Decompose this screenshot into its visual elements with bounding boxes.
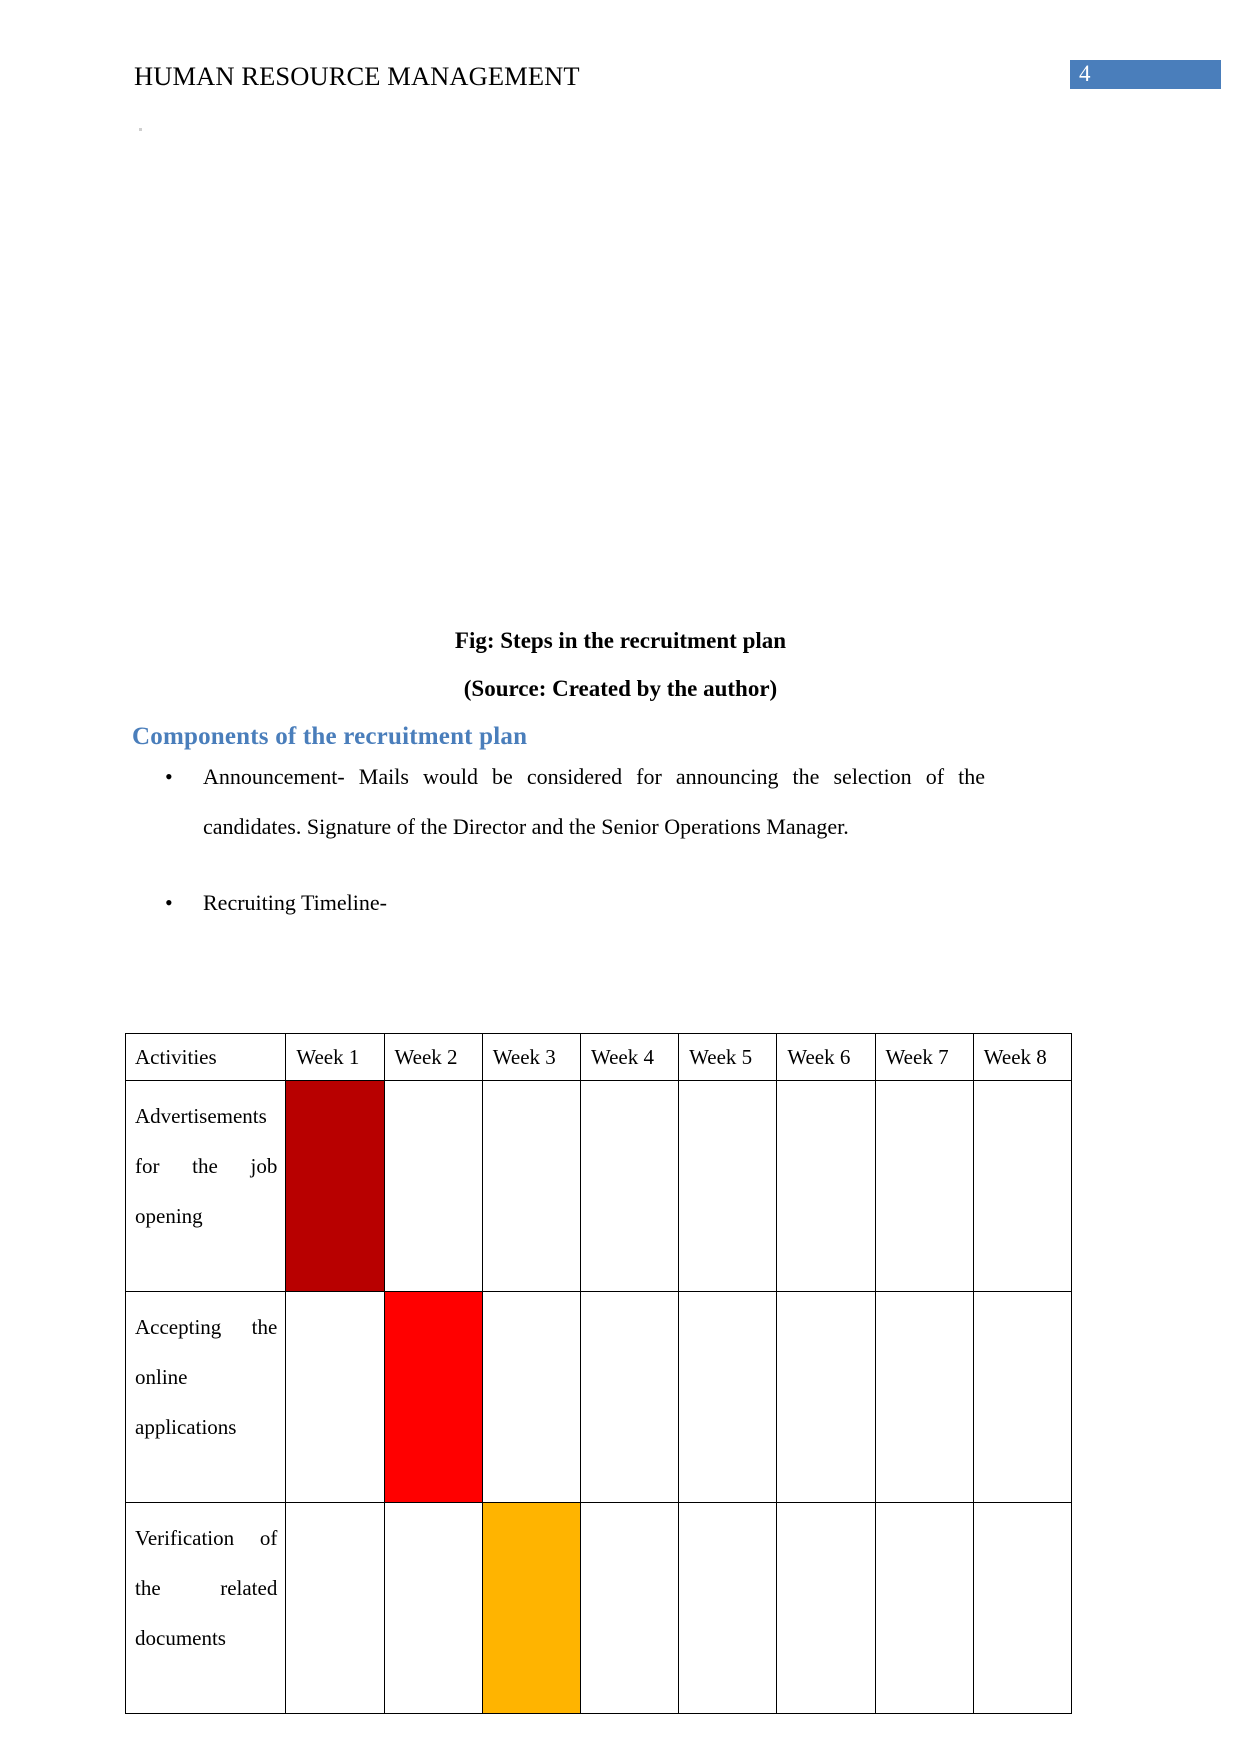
timeline-cell-filled-row3-week3 xyxy=(481,1502,581,1714)
column-header-week-7: Week 7 xyxy=(874,1033,974,1081)
column-header-week-6: Week 6 xyxy=(776,1033,876,1081)
column-header-activities-label: Activities xyxy=(135,1045,217,1069)
timeline-cell-row3-week7 xyxy=(874,1502,974,1714)
activity-label-cell: Accepting the online applications xyxy=(124,1291,287,1503)
timeline-cell-row2-week1 xyxy=(285,1291,385,1503)
list-item-text: Recruiting Timeline- xyxy=(203,890,387,915)
column-header-week-5: Week 5 xyxy=(678,1033,778,1081)
timeline-cell-row2-week5 xyxy=(678,1291,778,1503)
figure-caption: Fig: Steps in the recruitment plan xyxy=(454,628,787,653)
column-header-week-label: Week 2 xyxy=(394,1045,458,1069)
column-header-week-label: Week 7 xyxy=(885,1045,949,1069)
bullet-marker-icon: • xyxy=(165,890,173,915)
column-header-week-1: Week 1 xyxy=(285,1033,385,1081)
timeline-cell-row1-week8 xyxy=(972,1080,1073,1292)
timeline-bar xyxy=(286,1081,384,1291)
timeline-cell-row2-week6 xyxy=(776,1291,876,1503)
column-header-week-4: Week 4 xyxy=(579,1033,680,1081)
table-row: Advertisements for the job opening xyxy=(124,1080,1073,1292)
timeline-cell-row1-week5 xyxy=(678,1080,778,1292)
stray-mark xyxy=(139,128,142,131)
timeline-cell-row2-week4 xyxy=(579,1291,680,1503)
timeline-cell-filled-row1-week1 xyxy=(285,1080,385,1292)
figure-source-caption: (Source: Created by the author) xyxy=(463,676,778,701)
timeline-cell-row3-week5 xyxy=(678,1502,778,1714)
timeline-cell-row1-week7 xyxy=(874,1080,974,1292)
column-header-week-label: Week 8 xyxy=(983,1045,1047,1069)
bullet-marker-icon: • xyxy=(165,764,173,789)
figure-image-area xyxy=(140,150,1100,590)
timeline-bar xyxy=(482,1503,580,1713)
page-number-text: 4 xyxy=(1079,61,1091,86)
column-header-week-3: Week 3 xyxy=(481,1033,581,1081)
activity-label-cell: Verification of the related documents xyxy=(124,1502,287,1714)
list-item: • Recruiting Timeline- xyxy=(155,878,985,928)
timeline-cell-filled-row2-week2 xyxy=(383,1291,483,1503)
column-header-week-label: Week 5 xyxy=(689,1045,753,1069)
column-header-activities: Activities xyxy=(124,1033,287,1081)
table-row: Verification of the related documents xyxy=(124,1502,1073,1714)
table-row: Accepting the online applications xyxy=(124,1291,1073,1503)
page-title: HUMAN RESOURCE MANAGEMENT xyxy=(134,61,580,91)
table-header-row: Activities Week 1 Week 2 Week 3 Week 4 Week 5… xyxy=(124,1033,1073,1081)
recruiting-timeline-table: Activities Week 1 Week 2 Week 3 Week 4 Week 5… xyxy=(124,1033,1073,1714)
bullet-list: • Announcement- Mails would be considere… xyxy=(155,752,985,954)
timeline-cell-row3-week8 xyxy=(972,1502,1073,1714)
column-header-week-2: Week 2 xyxy=(383,1033,483,1081)
page-number-badge: 4 xyxy=(1070,60,1221,89)
timeline-cell-row1-week4 xyxy=(579,1080,680,1292)
column-header-week-label: Week 4 xyxy=(590,1045,654,1069)
document-page: HUMAN RESOURCE MANAGEMENT 4 Fig: Steps i… xyxy=(0,0,1241,1754)
timeline-bar xyxy=(384,1292,482,1502)
list-item-text: Announcement- Mails would be considered … xyxy=(203,764,985,839)
activity-label-text: Advertisements for the job opening xyxy=(135,1104,278,1228)
column-header-week-8: Week 8 xyxy=(972,1033,1073,1081)
list-item: • Announcement- Mails would be considere… xyxy=(155,752,985,852)
activity-label-cell: Advertisements for the job opening xyxy=(124,1080,287,1292)
section-heading: Components of the recruitment plan xyxy=(132,723,528,750)
column-header-week-label: Week 1 xyxy=(296,1045,360,1069)
column-header-week-label: Week 3 xyxy=(492,1045,556,1069)
activity-label-text: Verification of the related documents xyxy=(135,1526,278,1650)
timeline-cell-row1-week6 xyxy=(776,1080,876,1292)
timeline-cell-row3-week4 xyxy=(579,1502,680,1714)
column-header-week-label: Week 6 xyxy=(787,1045,851,1069)
timeline-cell-row2-week7 xyxy=(874,1291,974,1503)
timeline-cell-row3-week2 xyxy=(383,1502,483,1714)
timeline-cell-row1-week2 xyxy=(383,1080,483,1292)
timeline-cell-row2-week8 xyxy=(972,1291,1073,1503)
timeline-cell-row3-week6 xyxy=(776,1502,876,1714)
timeline-cell-row2-week3 xyxy=(481,1291,581,1503)
recruiting-timeline-table-wrap: Activities Week 1 Week 2 Week 3 Week 4 Week 5… xyxy=(124,1033,1073,1714)
timeline-cell-row1-week3 xyxy=(481,1080,581,1292)
timeline-cell-row3-week1 xyxy=(285,1502,385,1714)
page-header: HUMAN RESOURCE MANAGEMENT 4 xyxy=(0,60,1241,100)
activity-label-text: Accepting the online applications xyxy=(135,1315,278,1439)
